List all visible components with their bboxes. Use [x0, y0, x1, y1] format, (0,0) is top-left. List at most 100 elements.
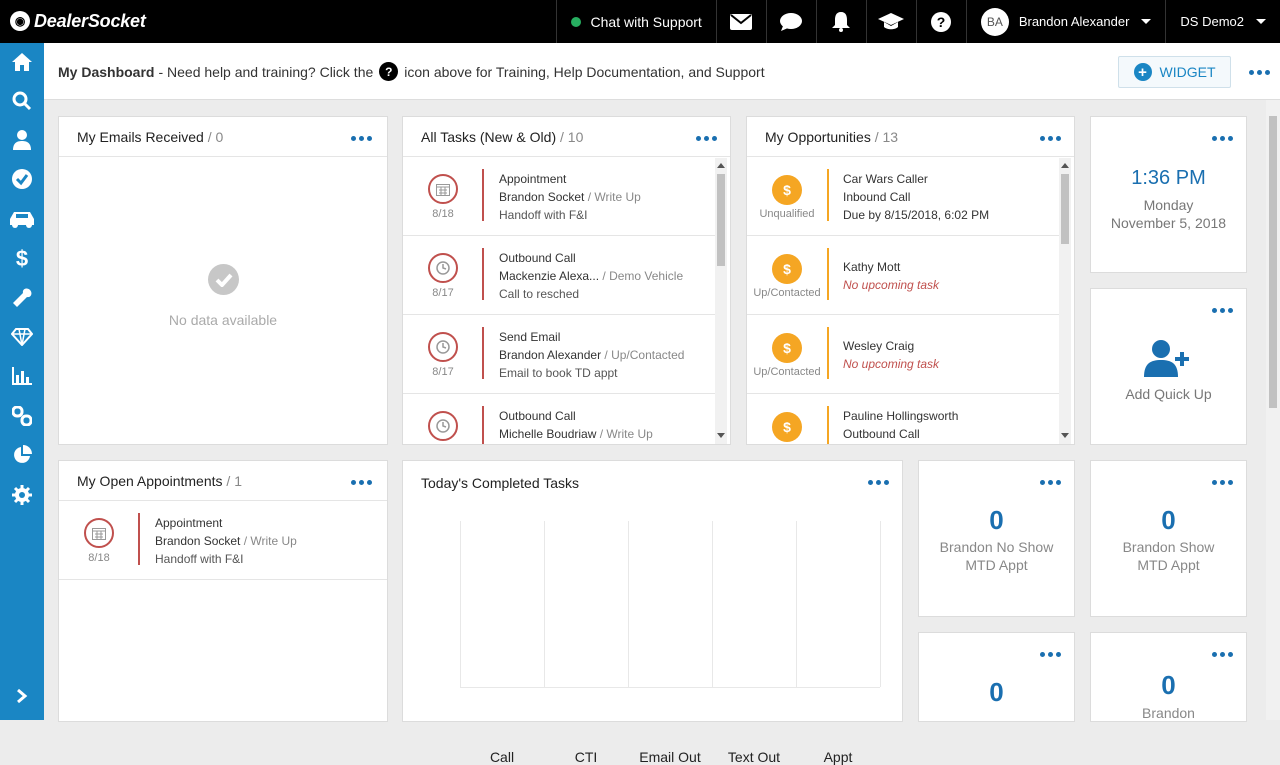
dealersocket-logo[interactable]: ◉ DealerSocket	[10, 9, 146, 33]
current-day: Monday	[1143, 197, 1194, 213]
more-options-icon[interactable]	[351, 136, 372, 141]
list-item[interactable]: 8/18 Appointment Brandon Socket / Write …	[59, 501, 387, 580]
more-options-icon[interactable]	[1040, 480, 1061, 485]
current-date: November 5, 2018	[1110, 215, 1227, 231]
more-options-icon[interactable]	[1212, 480, 1233, 485]
clock-icon	[428, 332, 458, 362]
svg-text:$: $	[16, 247, 28, 269]
more-options-icon[interactable]	[1212, 652, 1233, 657]
more-options-icon[interactable]	[1249, 70, 1270, 75]
more-options-icon[interactable]	[1040, 136, 1061, 141]
list-item[interactable]: Outbound Call Michelle Boudriaw / Write …	[403, 394, 715, 444]
bell-icon[interactable]	[815, 0, 866, 43]
chart-x-label: CTI	[574, 749, 598, 765]
opportunities-scrollbar[interactable]	[1059, 158, 1071, 444]
widget-title: All Tasks (New & Old) / 10	[421, 129, 584, 145]
stat-widget: 0 Brandon No Show MTD Appt	[918, 460, 1075, 617]
widget-title: My Opportunities / 13	[765, 129, 899, 145]
stat-label: Brandon	[1142, 705, 1195, 721]
chart-gridline	[460, 521, 461, 687]
tasks-scrollbar[interactable]	[715, 158, 727, 444]
search-icon[interactable]	[0, 84, 44, 118]
list-item[interactable]: $ Up/Contacted Kathy Mott No upcoming ta…	[747, 236, 1059, 315]
chart-gridline	[712, 521, 713, 687]
more-options-icon[interactable]	[1040, 652, 1061, 657]
completed-tasks-widget: Today's Completed Tasks Call CTI Email Out…	[402, 460, 903, 765]
links-icon[interactable]	[0, 399, 44, 433]
chart-x-label: Text Out	[727, 749, 781, 765]
stat-value: 0	[989, 677, 1004, 707]
opportunities-widget: My Opportunities / 13 $ Unqualified Car …	[746, 116, 1075, 445]
stat-label: MTD Appt	[1137, 557, 1200, 573]
home-icon[interactable]	[0, 45, 44, 79]
widget-title: My Open Appointments / 1	[77, 473, 242, 489]
pie-chart-icon[interactable]	[0, 438, 44, 472]
page-scrollbar[interactable]	[1266, 100, 1280, 720]
check-circle-icon	[208, 264, 239, 295]
clock-widget: 1:36 PM Monday November 5, 2018	[1090, 116, 1247, 273]
reports-icon[interactable]	[0, 359, 44, 393]
chat-bubble-icon[interactable]	[765, 0, 816, 43]
help-text-post: icon above for Training, Help Documentat…	[404, 63, 765, 80]
emails-widget: My Emails Received / 0 No data available	[58, 116, 388, 445]
help-icon: ?	[379, 62, 399, 81]
chart-x-label: Email Out	[639, 749, 701, 765]
avatar: BA	[980, 7, 1009, 36]
stat-widget: 0 Brandon Show MTD Appt	[1090, 460, 1247, 617]
empty-state-text: No data available	[168, 312, 278, 328]
dollar-coin-icon: $	[772, 254, 802, 284]
chart-gridline	[796, 521, 797, 687]
current-time: 1:36 PM	[1131, 167, 1206, 189]
help-icon[interactable]: ?	[915, 0, 966, 43]
page-title: My Dashboard	[58, 63, 155, 80]
vehicle-icon[interactable]	[0, 202, 44, 236]
clock-icon	[428, 411, 458, 441]
more-options-icon[interactable]	[868, 480, 889, 485]
tasks-widget: All Tasks (New & Old) / 10 8/18 Appointm…	[402, 116, 731, 445]
settings-icon[interactable]	[0, 478, 44, 512]
list-item[interactable]: $ Unqualified Car Wars Caller Inbound Ca…	[747, 157, 1059, 236]
chevron-down-icon	[1141, 19, 1152, 24]
online-status-icon	[570, 16, 581, 27]
stat-label: Brandon Show	[1122, 539, 1215, 555]
top-bar: ◉ DealerSocket Chat with Support ? BA Br…	[0, 0, 1280, 43]
service-wrench-icon[interactable]	[0, 281, 44, 315]
list-item[interactable]: $ Pauline Hollingsworth Outbound Call	[747, 394, 1059, 444]
chart-gridline	[628, 521, 629, 687]
add-user-icon	[1144, 339, 1192, 382]
list-item[interactable]: 8/17 Outbound Call Mackenzie Alexa... / …	[403, 236, 715, 315]
contacts-icon[interactable]	[0, 123, 44, 157]
graduation-cap-icon[interactable]	[865, 0, 916, 43]
more-options-icon[interactable]	[351, 480, 372, 485]
dollar-icon[interactable]: $	[0, 241, 44, 275]
user-menu[interactable]: BA Brandon Alexander	[965, 0, 1166, 43]
completed-tasks-chart: Call CTI Email Out Text Out Appt	[460, 521, 881, 765]
quick-up-widget[interactable]: Add Quick Up	[1090, 288, 1247, 445]
list-item[interactable]: 8/17 Send Email Brandon Alexander / Up/C…	[403, 315, 715, 394]
envelope-icon[interactable]	[715, 0, 766, 43]
stat-widget: 0	[918, 632, 1075, 722]
store-selector[interactable]: DS Demo2	[1165, 0, 1280, 43]
more-options-icon[interactable]	[696, 136, 717, 141]
more-options-icon[interactable]	[1212, 136, 1233, 141]
user-name: Brandon Alexander	[1018, 14, 1130, 29]
add-quick-up-label: Add Quick Up	[1125, 386, 1212, 402]
chevron-down-icon	[1256, 19, 1266, 24]
help-text-pre: - Need help and training? Click the	[158, 63, 374, 80]
calendar-icon	[428, 174, 458, 204]
stat-label: Brandon No Show	[939, 539, 1054, 555]
chat-with-support-button[interactable]: Chat with Support	[555, 0, 716, 43]
diamond-icon[interactable]	[0, 320, 44, 354]
dollar-coin-icon: $	[772, 175, 802, 205]
expand-icon[interactable]	[0, 679, 44, 713]
tasks-check-icon[interactable]	[0, 162, 44, 196]
list-item[interactable]: $ Up/Contacted Wesley Craig No upcoming …	[747, 315, 1059, 394]
appointments-widget: My Open Appointments / 1 8/18 Appointmen…	[58, 460, 388, 722]
more-options-icon[interactable]	[1212, 308, 1233, 313]
help-banner: My Dashboard - Need help and training? C…	[58, 62, 765, 81]
top-nav: Chat with Support ? BA Brandon Alexander…	[555, 0, 1280, 43]
list-item[interactable]: 8/18 Appointment Brandon Socket / Write …	[403, 157, 715, 236]
stat-label: MTD Appt	[965, 557, 1028, 573]
logo-mark-icon: ◉	[10, 11, 30, 31]
add-widget-button[interactable]: + WIDGET	[1118, 56, 1231, 88]
